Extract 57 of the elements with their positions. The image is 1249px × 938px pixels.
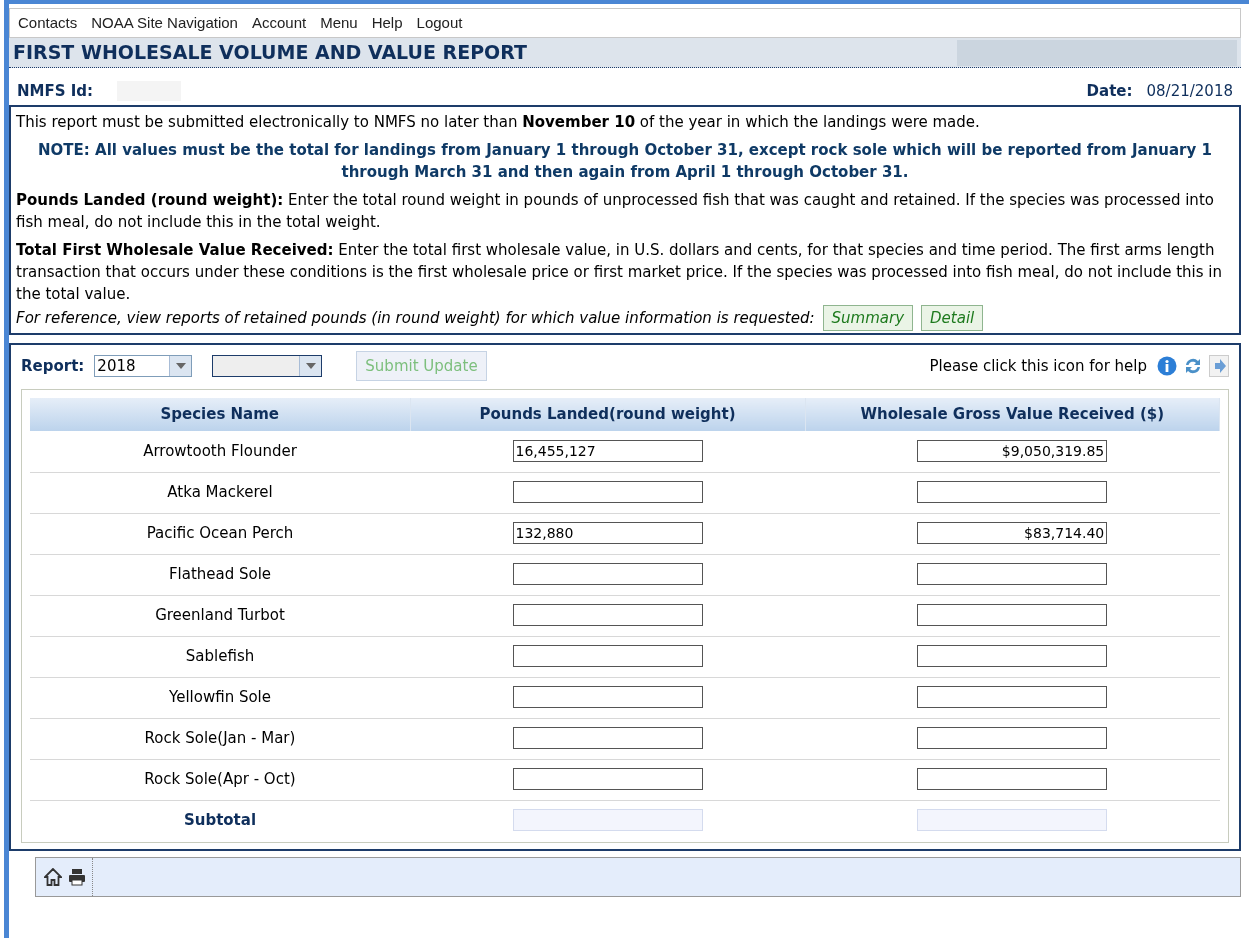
- pounds-input[interactable]: 16,455,127: [512, 440, 703, 462]
- pounds-input[interactable]: [512, 604, 703, 627]
- menu-link[interactable]: Menu: [320, 11, 358, 35]
- species-name: Sablefish: [30, 636, 410, 677]
- report-link-button[interactable]: Summary: [822, 304, 914, 331]
- report-link-button[interactable]: Detail: [921, 304, 984, 331]
- species-name: Arrowtooth Flounder: [30, 431, 410, 472]
- species-name: Atka Mackerel: [30, 472, 410, 513]
- column-header: Species Name: [30, 398, 410, 431]
- pounds-input[interactable]: [512, 563, 703, 586]
- value-input[interactable]: [917, 481, 1108, 504]
- column-header: Pounds Landed(round weight): [410, 398, 805, 431]
- dropdown-caret-icon: [169, 355, 192, 376]
- species-name: Rock Sole(Jan - Mar): [30, 718, 410, 759]
- dropdown-caret-icon: [299, 355, 322, 376]
- date-label: Date:: [1086, 81, 1133, 102]
- species-name: Rock Sole(Apr - Oct): [30, 759, 410, 800]
- pounds-input[interactable]: [512, 645, 703, 668]
- reference-text: For reference, view reports of retained pounds (in round weight) for which value information is requested:: [16, 307, 815, 329]
- menu-link[interactable]: Logout: [416, 11, 463, 35]
- info-icon[interactable]: [1157, 355, 1177, 376]
- note-text: NOTE: All values must be the total for landings from January 1 through October 31, except rock sole which will be reported from January 1 through March 31 and then again from April 1 through October 31.: [37, 139, 1213, 183]
- date-value: 08/21/2018: [1146, 81, 1233, 102]
- column-header: Wholesale Gross Value Received ($): [805, 398, 1220, 431]
- pounds-input[interactable]: [512, 727, 703, 750]
- value-input[interactable]: [917, 686, 1108, 709]
- pounds-input[interactable]: 132,880: [512, 522, 703, 545]
- page-title: FIRST WHOLESALE VOLUME AND VALUE REPORT: [13, 40, 527, 66]
- species-name: Yellowfin Sole: [30, 677, 410, 718]
- home-icon[interactable]: [44, 868, 62, 886]
- value-input[interactable]: [917, 645, 1108, 668]
- menu-link[interactable]: Contacts: [18, 11, 78, 35]
- species-name: Flathead Sole: [30, 554, 410, 595]
- print-icon[interactable]: [68, 868, 86, 886]
- pounds-input[interactable]: [512, 686, 703, 709]
- value-instruction-text: Total First Wholesale Value Received: Enter the total first wholesale value, in U.S. dollars and cents, for that species and time period. The first arms length transaction that occurs under these conditions is the first wholesale price or first market price. If the species was processed into fish meal, do not include this in the total value.: [16, 239, 1223, 305]
- subtotal-label: Subtotal: [30, 800, 410, 840]
- species-name: Pacific Ocean Perch: [30, 513, 410, 554]
- report-label: Report:: [21, 355, 85, 377]
- menu-link[interactable]: NOAA Site Navigation: [91, 11, 238, 35]
- help-text: Please click this icon for help: [929, 355, 1147, 377]
- deadline-text: This report must be submitted electronically to NMFS no later than November 10 of the year in which the landings were made.: [16, 111, 981, 133]
- value-input[interactable]: [917, 563, 1108, 586]
- value-input[interactable]: [917, 604, 1108, 627]
- menu-link[interactable]: Help: [371, 11, 403, 35]
- value-input[interactable]: $83,714.40: [917, 522, 1108, 545]
- value-input[interactable]: [917, 768, 1108, 791]
- pounds-instruction-text: Pounds Landed (round weight): Enter the total round weight in pounds of unprocessed fish that was caught and retained. If the species was processed into fish meal, do not include this in the total weight.: [16, 189, 1215, 233]
- nmfs-id-label: NMFS Id:: [17, 81, 94, 102]
- menu-link[interactable]: Account: [251, 11, 307, 35]
- value-input[interactable]: $9,050,319.85: [917, 440, 1108, 462]
- value-input[interactable]: [917, 727, 1108, 750]
- year-select[interactable]: 2018: [94, 354, 193, 377]
- pounds-input[interactable]: [512, 768, 703, 791]
- period-select[interactable]: [212, 354, 323, 377]
- pounds-input[interactable]: [512, 481, 703, 504]
- species-name: Greenland Turbot: [30, 595, 410, 636]
